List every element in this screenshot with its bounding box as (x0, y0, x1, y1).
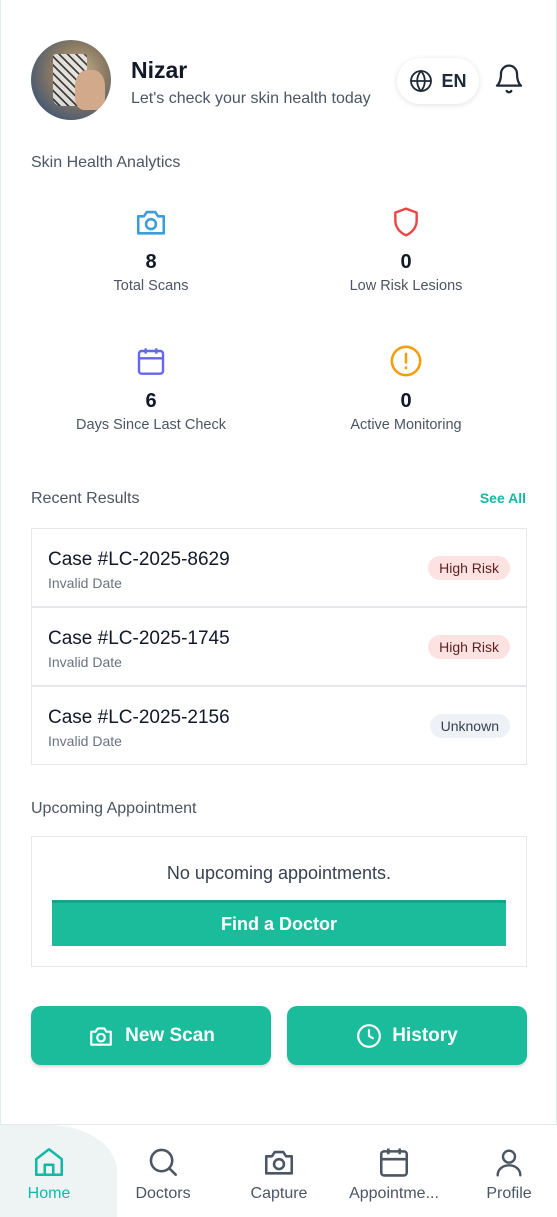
user-icon (496, 1149, 522, 1177)
case-date: Invalid Date (48, 654, 122, 670)
nav-label: Doctors (135, 1185, 191, 1202)
nav-doctors[interactable]: Doctors (117, 1125, 209, 1217)
stat-value: 0 (400, 390, 412, 412)
risk-badge: Unknown (429, 714, 510, 738)
history-button[interactable]: History (287, 1006, 527, 1065)
case-date: Invalid Date (48, 575, 122, 591)
case-id: Case #LC-2025-1745 (48, 628, 230, 649)
alert-icon (390, 345, 422, 377)
nav-label: Appointme... (349, 1185, 439, 1202)
app-screen: Nizar Let's check your skin health today… (0, 0, 557, 1217)
nav-profile[interactable]: Profile (465, 1125, 553, 1217)
stat-total-scans: 8 Total Scans (31, 205, 271, 294)
greeting-text: Let's check your skin health today (131, 90, 371, 107)
clock-icon (357, 1023, 382, 1048)
stat-value: 6 (145, 390, 157, 412)
history-label: History (392, 1024, 458, 1046)
see-all-link[interactable]: See All (480, 490, 526, 506)
stat-label: Days Since Last Check (76, 417, 226, 433)
calendar-icon (137, 348, 165, 375)
find-doctor-button[interactable]: Find a Doctor (52, 900, 506, 946)
header: Nizar Let's check your skin health today… (31, 40, 531, 120)
shield-icon (394, 207, 418, 237)
calendar-icon (379, 1148, 409, 1177)
stat-label: Low Risk Lesions (349, 278, 463, 294)
home-icon (34, 1147, 64, 1177)
nav-home[interactable]: Home (1, 1125, 97, 1217)
risk-badge: High Risk (428, 635, 510, 659)
notifications-button[interactable] (493, 62, 527, 98)
stat-active-monitoring: 0 Active Monitoring (286, 344, 526, 433)
stat-days-since: 6 Days Since Last Check (31, 344, 271, 433)
stat-label: Total Scans (113, 278, 189, 294)
nav-label: Capture (250, 1185, 308, 1202)
recent-results-title: Recent Results (31, 490, 140, 507)
result-row[interactable]: Case #LC-2025-1745 Invalid Date High Ris… (31, 607, 527, 686)
appointment-card: No upcoming appointments. Find a Doctor (31, 836, 527, 967)
search-icon (149, 1148, 178, 1177)
stat-value: 0 (400, 251, 412, 273)
stat-low-risk: 0 Low Risk Lesions (286, 205, 526, 294)
appointment-title: Upcoming Appointment (31, 800, 197, 817)
stat-value: 8 (145, 251, 157, 273)
camera-icon (264, 1150, 294, 1175)
camera-icon (136, 210, 166, 235)
bell-icon (495, 64, 523, 94)
no-appointments-text: No upcoming appointments. (166, 863, 392, 883)
globe-icon (410, 69, 433, 93)
language-label: EN (441, 70, 467, 91)
new-scan-label: New Scan (125, 1024, 215, 1046)
result-row[interactable]: Case #LC-2025-8629 Invalid Date High Ris… (31, 528, 527, 607)
case-id: Case #LC-2025-2156 (48, 707, 230, 728)
result-row[interactable]: Case #LC-2025-2156 Invalid Date Unknown (31, 686, 527, 765)
new-scan-button[interactable]: New Scan (31, 1006, 271, 1065)
nav-appointments[interactable]: Appointme... (341, 1125, 447, 1217)
risk-badge: High Risk (428, 556, 510, 580)
case-id: Case #LC-2025-8629 (48, 549, 230, 570)
language-button[interactable]: EN (397, 58, 479, 104)
camera-icon (90, 1026, 112, 1046)
avatar[interactable] (31, 40, 111, 120)
nav-label: Home (27, 1185, 71, 1202)
stat-label: Active Monitoring (350, 417, 462, 433)
analytics-title: Skin Health Analytics (31, 154, 181, 171)
case-date: Invalid Date (48, 733, 122, 749)
nav-capture[interactable]: Capture (233, 1125, 325, 1217)
user-name: Nizar (131, 57, 188, 83)
bottom-nav: Home Doctors Capture Appointme... Profil… (0, 1124, 557, 1217)
nav-label: Profile (486, 1185, 532, 1202)
